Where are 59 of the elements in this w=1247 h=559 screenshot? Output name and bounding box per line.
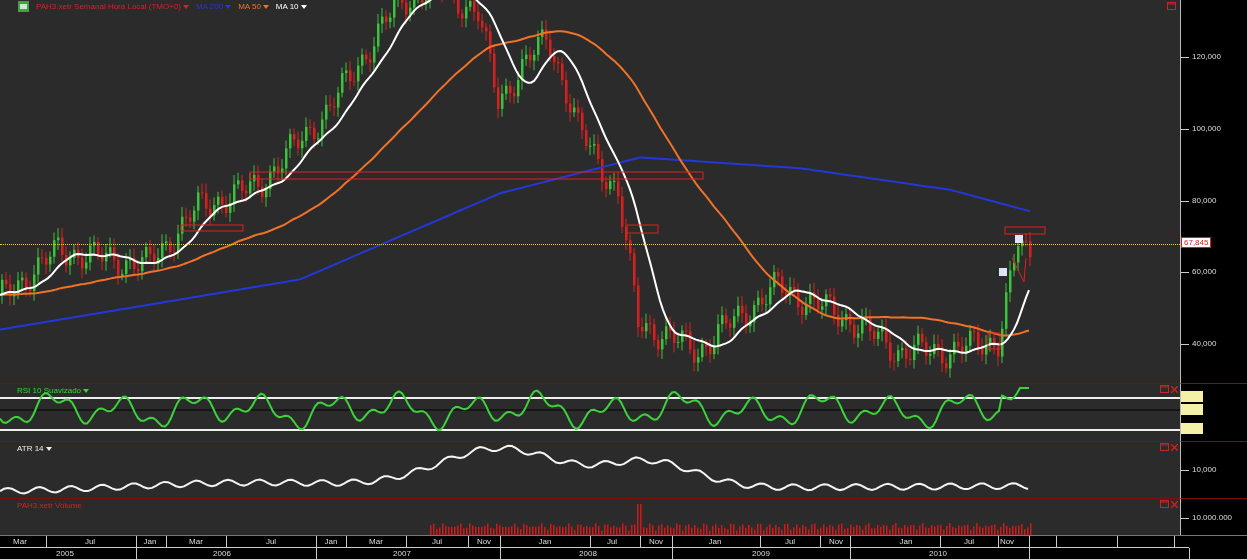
month-label: Jul [606, 537, 618, 546]
annotation-rectangle [987, 332, 1001, 350]
month-label: Nov [828, 537, 844, 546]
volume-indicator-label[interactable]: PAH3.xetr Volume [17, 501, 82, 511]
month-label: Mar [189, 537, 203, 546]
level-marker [1181, 391, 1203, 403]
close-pane-icon[interactable] [1171, 500, 1178, 508]
maximize-pane-icon[interactable] [1160, 500, 1169, 509]
close-pane-icon[interactable] [1171, 385, 1178, 393]
chart-logo-icon [18, 1, 29, 12]
price-axis-label: 60,000 [1192, 266, 1217, 278]
month-label: Jan [538, 537, 552, 546]
year-label: 2008 [579, 549, 597, 558]
month-label: Jul [84, 537, 96, 546]
indicator-legend-item[interactable]: PAH3.xetr Semanal Hora Local (TMO+0) [36, 2, 189, 11]
month-label: Nov [648, 537, 664, 546]
level-marker [1181, 404, 1203, 416]
last-price-label: 67,845 [1181, 237, 1212, 248]
month-label: Jul [963, 537, 975, 546]
indicator-legend-item[interactable]: MA 50 [238, 2, 269, 11]
close-pane-icon[interactable] [1171, 443, 1178, 451]
month-label: Jan [899, 537, 913, 546]
year-label: 2005 [56, 549, 74, 558]
signal-marker-icon [1015, 235, 1023, 243]
level-marker [1181, 423, 1203, 435]
month-label: Jul [431, 537, 443, 546]
rsi-indicator-label[interactable]: RSI 10 Suavizado [17, 386, 90, 396]
month-label: Jul [784, 537, 796, 546]
year-label: 2007 [393, 549, 411, 558]
month-label: Jan [708, 537, 722, 546]
month-label: Mar [369, 537, 383, 546]
year-label: 2006 [213, 549, 231, 558]
month-label: Nov [999, 537, 1015, 546]
year-label: 2010 [929, 549, 947, 558]
maximize-pane-icon[interactable] [1160, 443, 1169, 452]
caret-icon[interactable] [45, 446, 52, 451]
indicator-legend-item[interactable]: MA 10 [275, 2, 307, 11]
price-axis-label: 80,000 [1192, 195, 1217, 207]
annotation-rectangle [626, 224, 659, 234]
annotation-line [1011, 257, 1027, 283]
atr-axis-label: 10,000 [1192, 464, 1217, 477]
year-label: 2009 [752, 549, 770, 558]
volume-axis-label: 10.000.000 [1192, 512, 1233, 525]
price-axis-label: 40,000 [1192, 338, 1217, 350]
maximize-pane-icon[interactable] [1167, 2, 1176, 10]
month-label: Jan [324, 537, 338, 546]
annotation-rectangle [1004, 226, 1046, 235]
price-axis-label: 120,000 [1192, 51, 1221, 63]
month-label: Mar [13, 537, 27, 546]
atr-indicator-label[interactable]: ATR 14 [17, 444, 52, 454]
signal-marker-icon [999, 268, 1007, 276]
month-label: Jan [143, 537, 157, 546]
maximize-pane-icon[interactable] [1160, 385, 1169, 394]
month-label: Nov [476, 537, 492, 546]
month-label: Jul [265, 537, 277, 546]
annotation-rectangle [180, 224, 244, 232]
caret-icon[interactable] [83, 388, 90, 393]
caret-icon[interactable] [300, 4, 307, 9]
price-axis-label: 100,000 [1192, 123, 1221, 135]
